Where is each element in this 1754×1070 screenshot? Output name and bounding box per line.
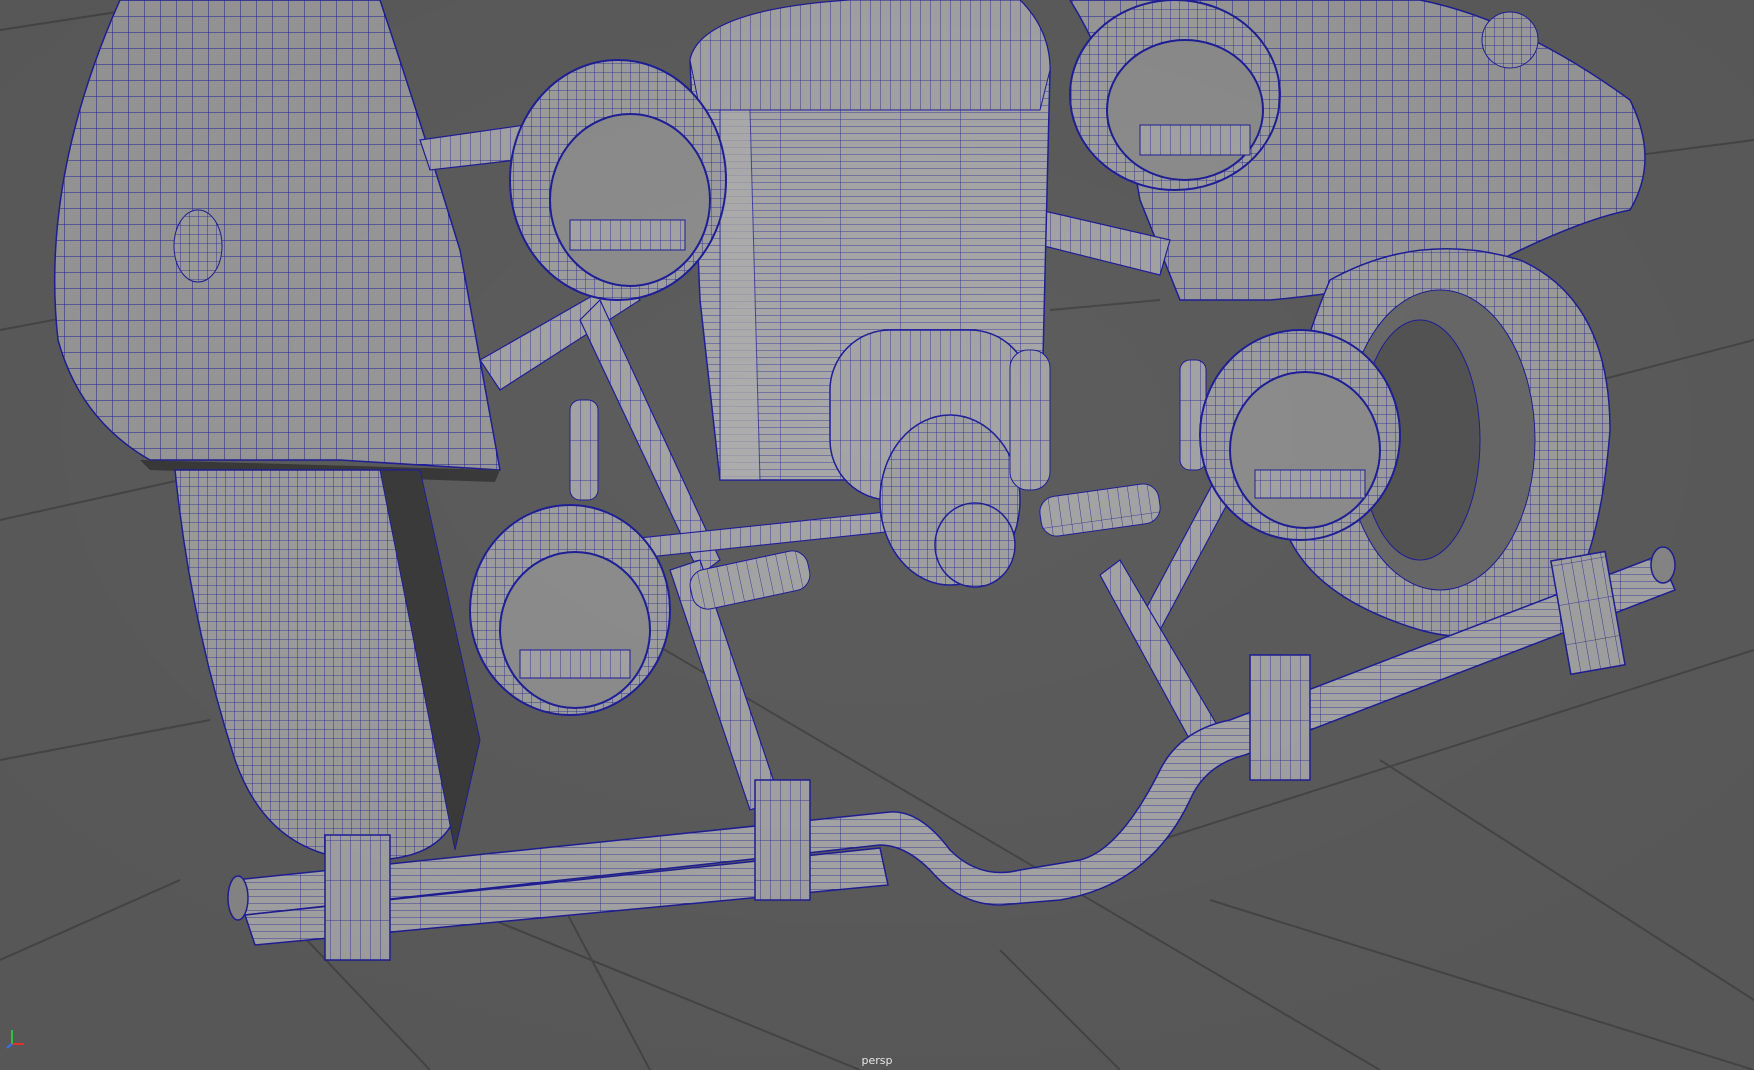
headlight-lower-right <box>1199 329 1401 541</box>
supercharger <box>829 329 1051 588</box>
headlight-lower-left <box>469 504 671 716</box>
headlight-upper-left <box>509 59 727 301</box>
wireframe-scene[interactable] <box>0 0 1754 1070</box>
perspective-viewport[interactable]: persp <box>0 0 1754 1070</box>
z-axis-line <box>6 1043 13 1049</box>
view-axis-gizmo <box>6 1030 24 1049</box>
headlight-upper-right <box>1069 0 1281 191</box>
left-fender-lamp <box>173 209 223 283</box>
shock-left <box>569 399 599 501</box>
left-fender <box>54 0 501 471</box>
coil-spring-right <box>1039 483 1161 537</box>
right-fender-lamp <box>1481 11 1539 69</box>
